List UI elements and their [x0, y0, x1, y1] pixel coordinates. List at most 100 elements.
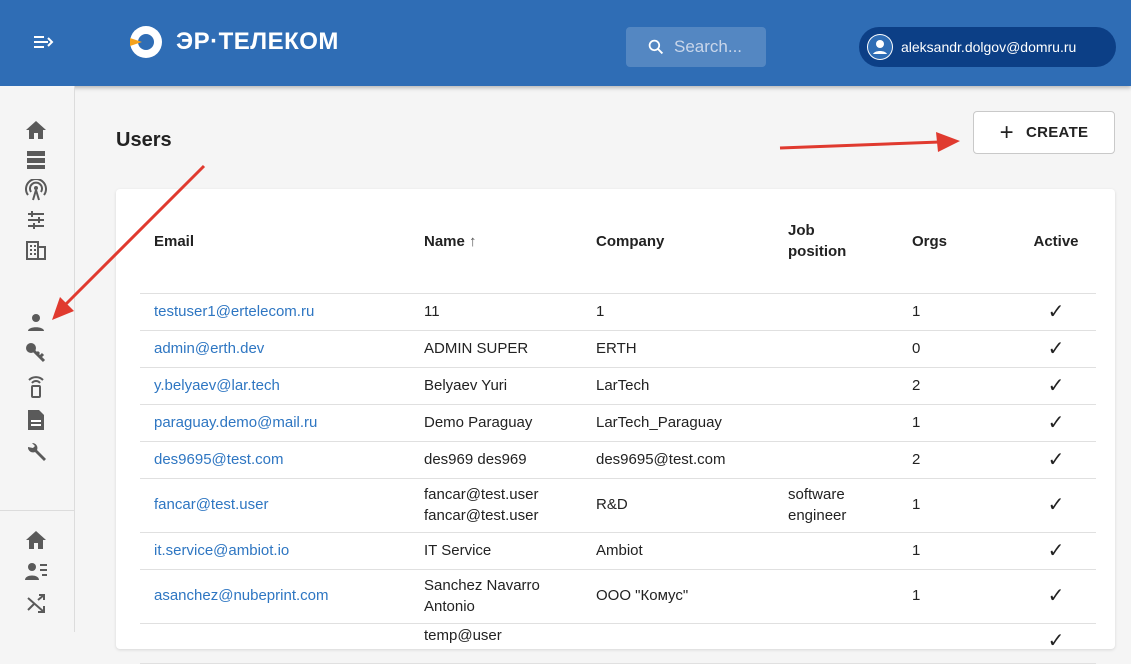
- cell-name: fancar@test.user fancar@test.user: [410, 478, 582, 533]
- column-header-active[interactable]: Active: [1016, 189, 1096, 294]
- create-button[interactable]: + CREATE: [973, 111, 1115, 154]
- cell-name: Sanchez Navarro Antonio: [410, 569, 582, 624]
- check-icon: ✓: [1047, 585, 1065, 607]
- cell-active: ✓: [1016, 478, 1096, 533]
- table-row[interactable]: y.belyaev@lar.tech Belyaev Yuri LarTech …: [140, 367, 1096, 405]
- key-icon[interactable]: [24, 340, 48, 364]
- cell-job-position: [774, 367, 898, 405]
- cell-company: ООО "Комус": [582, 569, 774, 624]
- annotation-arrow-to-create: [779, 132, 960, 152]
- router-icon[interactable]: [24, 374, 48, 398]
- create-button-label: CREATE: [1025, 124, 1089, 141]
- cell-company: Ambiot: [582, 532, 774, 570]
- table-row[interactable]: paraguay.demo@mail.ru Demo Paraguay LarT…: [140, 404, 1096, 442]
- cell-email[interactable]: testuser1@ertelecom.ru: [140, 293, 410, 331]
- home-icon[interactable]: [24, 118, 48, 142]
- user-menu[interactable]: aleksandr.dolgov@domru.ru: [859, 27, 1116, 67]
- search-input[interactable]: [672, 36, 766, 58]
- cell-email[interactable]: paraguay.demo@mail.ru: [140, 404, 410, 442]
- column-header-orgs[interactable]: Orgs: [898, 189, 1016, 294]
- cell-active: ✓: [1016, 404, 1096, 442]
- cell-job-position: [774, 293, 898, 331]
- check-icon: ✓: [1047, 374, 1065, 397]
- check-icon: ✓: [1047, 337, 1065, 360]
- column-header-job-position[interactable]: Job position: [774, 189, 898, 294]
- storage-icon[interactable]: [24, 148, 48, 172]
- home-icon[interactable]: [24, 528, 48, 552]
- person-list-icon[interactable]: [24, 560, 48, 584]
- cell-name: Demo Paraguay: [410, 404, 582, 442]
- check-icon: ✓: [1047, 494, 1065, 516]
- cell-name: IT Service: [410, 532, 582, 570]
- cell-active: ✓: [1016, 532, 1096, 570]
- table-row[interactable]: it.service@ambiot.io IT Service Ambiot 1…: [140, 532, 1096, 570]
- cell-job-position: [774, 330, 898, 368]
- cell-email[interactable]: it.service@ambiot.io: [140, 532, 410, 570]
- table-row[interactable]: fancar@test.user fancar@test.user fancar…: [140, 478, 1096, 533]
- cell-name-text: fancar@test.user fancar@test.user: [424, 486, 539, 524]
- cell-name: des969 des969: [410, 441, 582, 479]
- shuffle-icon[interactable]: [24, 592, 48, 616]
- cell-name: ADMIN SUPER: [410, 330, 582, 368]
- cell-email[interactable]: y.belyaev@lar.tech: [140, 367, 410, 405]
- account-icon: [867, 34, 893, 60]
- check-icon: ✓: [1047, 411, 1065, 434]
- building-icon[interactable]: [24, 238, 48, 262]
- person-icon[interactable]: [24, 310, 48, 334]
- app-bar: ЭР·ТЕЛЕКОМ aleksandr.dolgov@domru.ru: [0, 0, 1131, 86]
- cell-orgs: 1: [898, 293, 1016, 331]
- table-row[interactable]: admin@erth.dev ADMIN SUPER ERTH 0 ✓: [140, 330, 1096, 368]
- cell-company: [582, 623, 774, 664]
- cell-active: ✓: [1016, 293, 1096, 331]
- cell-job-position: software engineer: [774, 478, 898, 533]
- cell-orgs: 1: [898, 404, 1016, 442]
- tune-icon[interactable]: [24, 208, 48, 232]
- cell-company: R&D: [582, 478, 774, 533]
- cell-active: ✓: [1016, 330, 1096, 368]
- column-header-email[interactable]: Email: [140, 189, 410, 294]
- table-row[interactable]: des9695@test.com des969 des969 des9695@t…: [140, 441, 1096, 479]
- column-header-name[interactable]: Name ↑: [410, 189, 582, 294]
- cell-name: 11: [410, 293, 582, 331]
- cell-name-text: Sanchez Navarro Antonio: [424, 577, 540, 615]
- check-icon: ✓: [1047, 448, 1065, 471]
- cell-email[interactable]: des9695@test.com: [140, 441, 410, 479]
- cell-name: temp@user: [410, 623, 582, 664]
- check-icon: ✓: [1047, 539, 1065, 562]
- cell-job-position-text: software engineer: [788, 486, 847, 524]
- brand-name: ЭР·ТЕЛЕКОМ: [176, 28, 339, 55]
- cell-job-position: [774, 404, 898, 442]
- cell-active: ✓: [1016, 569, 1096, 624]
- column-header-company[interactable]: Company: [582, 189, 774, 294]
- cell-orgs: 1: [898, 569, 1016, 624]
- cell-company: LarTech_Paraguay: [582, 404, 774, 442]
- search-box[interactable]: [626, 27, 766, 67]
- table-body: testuser1@ertelecom.ru 11 1 1 ✓ admin@er…: [140, 293, 1096, 664]
- cell-email[interactable]: fancar@test.user: [140, 478, 410, 533]
- cell-company: 1: [582, 293, 774, 331]
- cell-email[interactable]: [140, 623, 410, 664]
- cell-orgs: 0: [898, 330, 1016, 368]
- cell-orgs: [898, 623, 1016, 664]
- plus-icon: +: [999, 118, 1014, 146]
- cell-email[interactable]: asanchez@nubeprint.com: [140, 569, 410, 624]
- sort-ascending-icon: ↑: [469, 232, 477, 250]
- wrench-icon[interactable]: [24, 440, 48, 464]
- cell-company: LarTech: [582, 367, 774, 405]
- check-icon: ✓: [1047, 630, 1065, 652]
- sidebar: [0, 86, 75, 632]
- table-row[interactable]: testuser1@ertelecom.ru 11 1 1 ✓: [140, 293, 1096, 331]
- cell-email[interactable]: admin@erth.dev: [140, 330, 410, 368]
- table-row[interactable]: asanchez@nubeprint.com Sanchez Navarro A…: [140, 569, 1096, 624]
- menu-toggle-icon[interactable]: [24, 25, 64, 61]
- column-header-job-position-label: Job position: [788, 222, 847, 260]
- cell-job-position: [774, 569, 898, 624]
- page-title: Users: [116, 129, 172, 151]
- cell-orgs: 1: [898, 532, 1016, 570]
- antenna-icon[interactable]: [24, 178, 48, 202]
- table-header-row: Email Name ↑ Company Job position Orgs A…: [140, 189, 1096, 294]
- document-icon[interactable]: [24, 408, 48, 432]
- column-header-name-label: Name: [424, 232, 465, 250]
- logo[interactable]: ЭР·ТЕЛЕКОМ: [128, 22, 339, 62]
- table-row[interactable]: temp@user ✓: [140, 623, 1096, 664]
